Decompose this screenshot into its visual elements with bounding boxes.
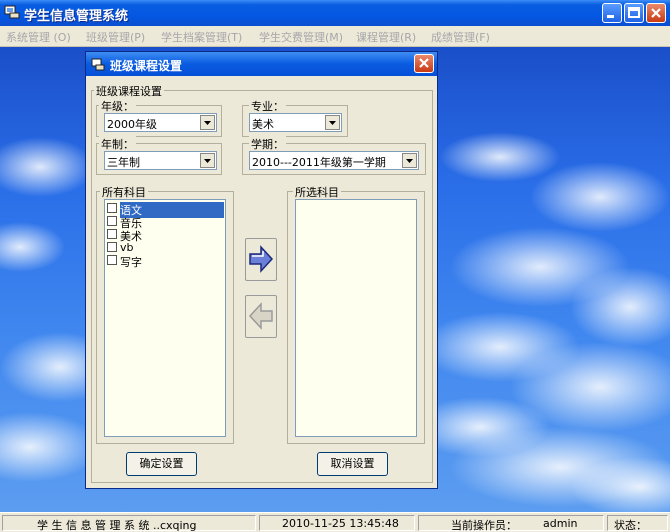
checkbox[interactable]: [107, 203, 117, 213]
menu-system[interactable]: 系统管理 (O): [6, 29, 71, 45]
class-course-dialog: 班级课程设置 班级课程设置 年级： 2000年级 专业： 美术 年制： 三年制 …: [85, 51, 438, 489]
menu-bar: 系统管理 (O) 班级管理(P) 学生档案管理(T) 学生交费管理(M) 课程管…: [0, 26, 670, 47]
menu-class[interactable]: 班级管理(P): [86, 29, 145, 45]
dialog-title-bar[interactable]: 班级课程设置: [86, 52, 437, 76]
minimize-icon: [607, 15, 614, 18]
chevron-down-icon[interactable]: [325, 115, 340, 130]
status-operator-panel: 当前操作员： admin: [418, 515, 604, 532]
dialog-app-icon: [91, 57, 105, 74]
status-bar: 学 生 信 息 管 理 系 统 ..cxqing 2010-11-25 13:4…: [0, 512, 670, 532]
close-icon: [651, 8, 661, 18]
chevron-down-icon[interactable]: [200, 115, 215, 130]
term-select[interactable]: 2010---2011年级第一学期: [249, 151, 419, 170]
term-value: 2010---2011年级第一学期: [252, 156, 386, 169]
grade-select[interactable]: 2000年级: [104, 113, 217, 132]
status-app-name-panel: 学 生 信 息 管 理 系 统 ..cxqing: [2, 515, 256, 532]
add-subject-button[interactable]: [245, 238, 277, 281]
program-length-value: 三年制: [107, 156, 140, 169]
chevron-down-icon[interactable]: [200, 153, 215, 168]
selected-subjects-list[interactable]: [295, 199, 417, 437]
dialog-close-button[interactable]: [414, 54, 434, 73]
major-label: 专业：: [249, 98, 286, 114]
close-button[interactable]: [646, 3, 666, 23]
program-length-select[interactable]: 三年制: [104, 151, 217, 170]
checkbox[interactable]: [107, 255, 117, 265]
maximize-icon: [628, 7, 640, 18]
list-item-text: 写字: [120, 256, 142, 269]
grade-value: 2000年级: [107, 118, 157, 131]
status-datetime: 2010-11-25 13:45:48: [282, 517, 399, 530]
maximize-button[interactable]: [624, 3, 644, 23]
all-subjects-list[interactable]: 语文 音乐 美术 vb 写字: [104, 199, 226, 437]
title-bar[interactable]: 学生信息管理系统: [0, 0, 670, 26]
menu-course[interactable]: 课程管理(R): [356, 29, 416, 45]
checkbox[interactable]: [107, 242, 117, 252]
status-state-label: 状态：: [614, 519, 647, 532]
close-icon: [419, 58, 429, 68]
all-subjects-label: 所有科目: [100, 184, 148, 200]
grade-label: 年级：: [99, 98, 136, 114]
status-operator: admin: [543, 517, 578, 530]
status-datetime-panel: 2010-11-25 13:45:48: [259, 515, 415, 531]
list-item-text: vb: [120, 241, 134, 254]
status-app-name: 学 生 信 息 管 理 系 统 ..cxqing: [37, 519, 197, 532]
app-icon: [4, 4, 20, 20]
term-label: 学期：: [249, 136, 286, 152]
cancel-button[interactable]: 取消设置: [317, 452, 388, 476]
arrow-right-icon: [249, 245, 274, 273]
dialog-title: 班级课程设置: [110, 59, 183, 73]
menu-student-records[interactable]: 学生档案管理(T): [161, 29, 242, 45]
course-settings-group-title: 班级课程设置: [94, 83, 164, 99]
menu-grades[interactable]: 成绩管理(F): [431, 29, 490, 45]
confirm-button[interactable]: 确定设置: [126, 452, 197, 476]
minimize-button[interactable]: [602, 3, 622, 23]
major-select[interactable]: 美术: [249, 113, 342, 132]
checkbox[interactable]: [107, 216, 117, 226]
application-window: 学生信息管理系统 系统管理 (O) 班级管理(P) 学生档案管理(T) 学生交费…: [0, 0, 670, 532]
list-item[interactable]: 语文: [105, 202, 224, 218]
menu-student-fees[interactable]: 学生交费管理(M): [259, 29, 343, 45]
remove-subject-button[interactable]: [245, 295, 277, 338]
chevron-down-icon[interactable]: [402, 153, 417, 168]
status-operator-label: 当前操作员：: [451, 519, 517, 532]
arrow-left-icon: [248, 302, 273, 330]
major-value: 美术: [252, 118, 274, 131]
checkbox[interactable]: [107, 229, 117, 239]
status-state-panel: 状态：: [607, 515, 668, 532]
program-length-label: 年制：: [99, 136, 136, 152]
selected-subjects-label: 所选科目: [293, 184, 341, 200]
app-title: 学生信息管理系统: [24, 9, 129, 24]
